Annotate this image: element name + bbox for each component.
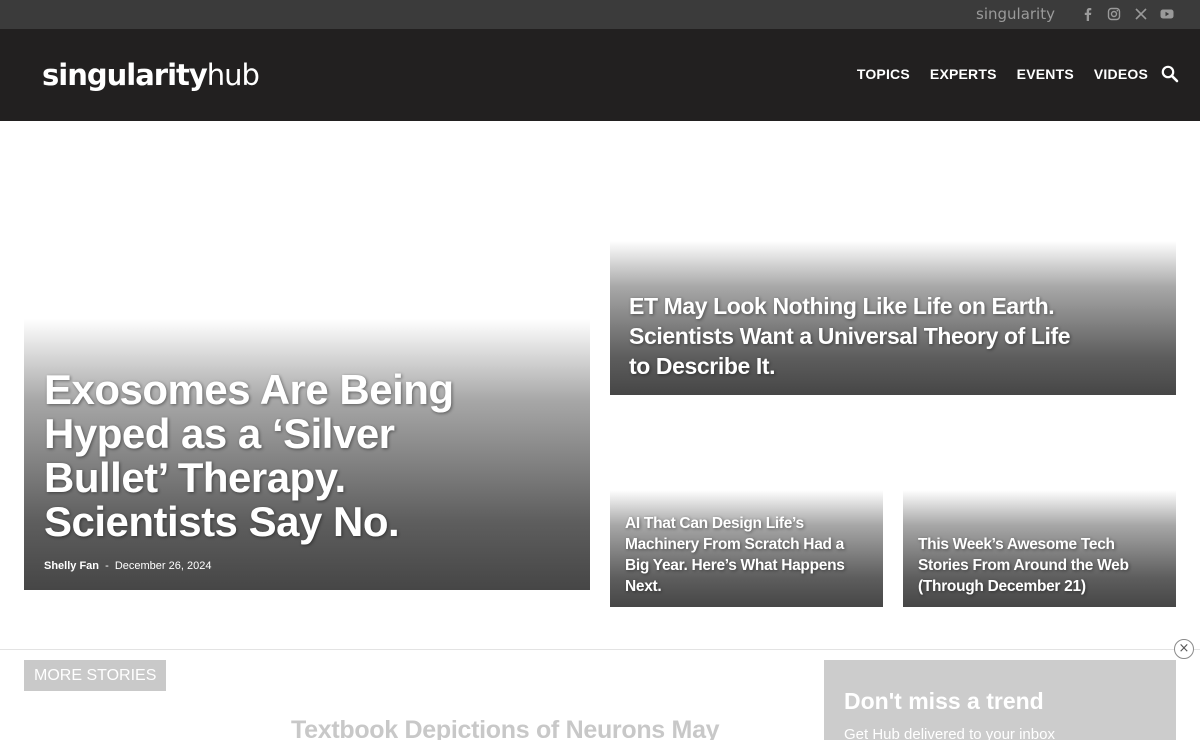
site-link[interactable]: singularity — [976, 5, 1055, 23]
newsletter-box: Don't miss a trend Get Hub delivered to … — [824, 660, 1176, 740]
newsletter-subtitle: Get Hub delivered to your inbox — [844, 726, 1055, 740]
site-logo[interactable]: singularityhub — [42, 57, 260, 93]
x-icon[interactable] — [1134, 7, 1148, 21]
facebook-icon[interactable] — [1081, 7, 1095, 21]
nav-videos[interactable]: VIDEOS — [1094, 66, 1148, 82]
featured-article-top-right[interactable]: ET May Look Nothing Like Life on Earth. … — [610, 121, 1176, 395]
story-title[interactable]: Textbook Depictions of Neurons May — [291, 716, 720, 740]
search-icon[interactable] — [1161, 65, 1179, 83]
article-title[interactable]: Exosomes Are Being Hyped as a ‘Silver Bu… — [44, 368, 514, 544]
site-header: singularityhub TOPICS EXPERTS EVENTS VID… — [0, 29, 1200, 121]
featured-article-main[interactable]: Exosomes Are Being Hyped as a ‘Silver Bu… — [24, 121, 590, 590]
nav-topics[interactable]: TOPICS — [857, 66, 910, 82]
nav-events[interactable]: EVENTS — [1017, 66, 1074, 82]
section-divider — [0, 649, 1200, 650]
close-icon[interactable]: × — [1174, 639, 1194, 659]
article-meta: Shelly Fan - December 26, 2024 — [44, 560, 211, 572]
youtube-icon[interactable] — [1160, 7, 1174, 21]
article-author[interactable]: Shelly Fan — [44, 560, 99, 572]
article-date: December 26, 2024 — [114, 560, 212, 572]
newsletter-title: Don't miss a trend — [844, 688, 1044, 714]
instagram-icon[interactable] — [1107, 7, 1121, 21]
featured-article-bottom-right[interactable]: This Week’s Awesome Tech Stories From Ar… — [903, 415, 1176, 607]
article-title[interactable]: This Week’s Awesome Tech Stories From Ar… — [918, 534, 1163, 597]
main-nav: TOPICS EXPERTS EVENTS VIDEOS — [857, 66, 1148, 82]
more-stories-label: MORE STORIES — [24, 660, 167, 691]
nav-experts[interactable]: EXPERTS — [930, 66, 997, 82]
top-bar: singularity — [0, 0, 1200, 29]
article-title[interactable]: ET May Look Nothing Like Life on Earth. … — [629, 291, 1089, 381]
featured-article-bottom-left[interactable]: AI That Can Design Life’s Machinery From… — [610, 415, 883, 607]
logo-light-text: hub — [206, 58, 260, 92]
article-title[interactable]: AI That Can Design Life’s Machinery From… — [625, 513, 870, 597]
logo-bold-text: singularity — [42, 58, 208, 92]
meta-separator: - — [105, 560, 109, 572]
